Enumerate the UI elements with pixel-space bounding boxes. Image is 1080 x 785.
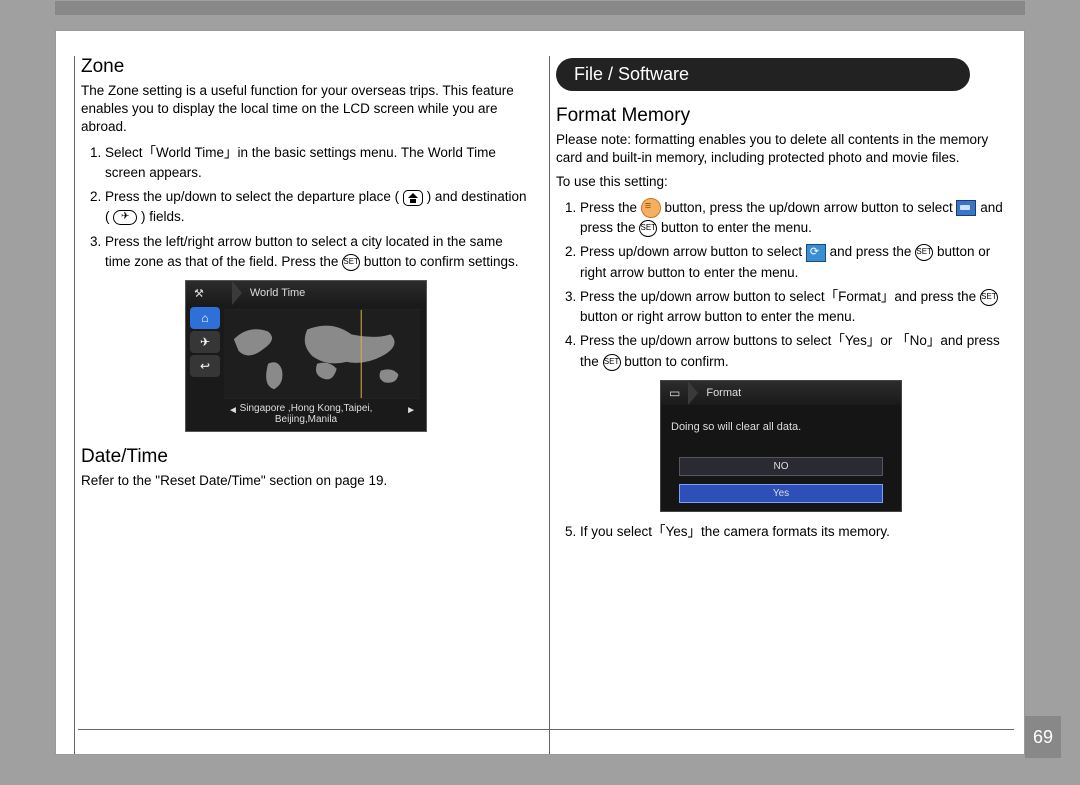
zone-step-1: Select「World Time」in the basic settings … bbox=[105, 143, 531, 184]
card-icon: ▭ bbox=[669, 386, 680, 400]
format-heading: Format Memory bbox=[556, 105, 1006, 127]
world-map bbox=[224, 309, 420, 399]
cities-line-2: Beijing,Manila bbox=[186, 414, 426, 425]
right-column: File / Software Format Memory Please not… bbox=[549, 56, 1006, 754]
toolbox-icon bbox=[956, 200, 976, 216]
lcd-side-tabs: ⌂ ✈ ↩ bbox=[186, 305, 224, 399]
bottom-rule bbox=[78, 729, 1014, 730]
tab-plane[interactable]: ✈ bbox=[190, 331, 220, 353]
lcd-title-label: World Time bbox=[242, 287, 305, 299]
file-software-icon bbox=[806, 244, 826, 262]
right-arrow-icon[interactable]: ► bbox=[406, 405, 416, 416]
format-step-4: Press the up/down arrow buttons to selec… bbox=[580, 331, 1006, 372]
format-steps-cont: If you select「Yes」the camera formats its… bbox=[556, 522, 1006, 542]
section-pill: File / Software bbox=[556, 58, 970, 91]
set-button-icon: SET bbox=[980, 289, 998, 306]
lcd2-message: Doing so will clear all data. bbox=[661, 405, 901, 457]
format-step-1: Press the button, press the up/down arro… bbox=[580, 198, 1006, 239]
left-column: Zone The Zone setting is a useful functi… bbox=[74, 56, 531, 754]
cities-line-1: Singapore ,Hong Kong,Taipei, bbox=[186, 403, 426, 414]
format-step-5: If you select「Yes」the camera formats its… bbox=[580, 522, 1006, 542]
tab-back[interactable]: ↩ bbox=[190, 355, 220, 377]
datetime-text: Refer to the "Reset Date/Time" section o… bbox=[81, 472, 531, 490]
world-time-lcd: ⚒ World Time ⌂ ✈ ↩ bbox=[185, 280, 427, 432]
lcd2-titlebar: ▭ Format bbox=[661, 381, 901, 405]
tab-home[interactable]: ⌂ bbox=[190, 307, 220, 329]
plane-icon: ✈ bbox=[113, 210, 137, 225]
world-map-svg bbox=[224, 309, 420, 399]
datetime-heading: Date/Time bbox=[81, 446, 531, 468]
option-yes[interactable]: Yes bbox=[679, 484, 883, 503]
option-no[interactable]: NO bbox=[679, 457, 883, 476]
left-arrow-icon[interactable]: ◄ bbox=[228, 405, 238, 416]
format-steps: Press the button, press the up/down arro… bbox=[556, 198, 1006, 372]
lcd-body: ⌂ ✈ ↩ bbox=[186, 305, 426, 399]
set-button-icon: SET bbox=[639, 220, 657, 237]
format-intro: Please note: formatting enables you to d… bbox=[556, 131, 1006, 167]
lcd-footer: ◄ Singapore ,Hong Kong,Taipei, Beijing,M… bbox=[186, 399, 426, 431]
wrench-icon: ⚒ bbox=[194, 287, 204, 300]
home-icon bbox=[403, 190, 423, 206]
page-number: 69 bbox=[1025, 716, 1061, 758]
zone-steps: Select「World Time」in the basic settings … bbox=[81, 143, 531, 273]
page-top-border bbox=[55, 1, 1025, 15]
manual-page: Zone The Zone setting is a useful functi… bbox=[55, 30, 1025, 755]
set-button-icon: SET bbox=[603, 354, 621, 371]
format-lcd: ▭ Format Doing so will clear all data. N… bbox=[660, 380, 902, 512]
set-button-icon: SET bbox=[342, 254, 360, 271]
zone-step-3: Press the left/right arrow button to sel… bbox=[105, 232, 531, 273]
lcd2-title-label: Format bbox=[698, 387, 741, 399]
format-step-3: Press the up/down arrow button to select… bbox=[580, 287, 1006, 328]
lcd-titlebar: ⚒ World Time bbox=[186, 281, 426, 305]
zone-heading: Zone bbox=[81, 56, 531, 78]
chevron-right-icon bbox=[232, 281, 242, 305]
format-use: To use this setting: bbox=[556, 173, 1006, 191]
chevron-right-icon bbox=[688, 381, 698, 405]
menu-button-icon bbox=[641, 198, 661, 218]
zone-intro: The Zone setting is a useful function fo… bbox=[81, 82, 531, 137]
format-step-2: Press up/down arrow button to select and… bbox=[580, 242, 1006, 283]
zone-step-2: Press the up/down to select the departur… bbox=[105, 187, 531, 228]
content-columns: Zone The Zone setting is a useful functi… bbox=[56, 31, 1024, 754]
set-button-icon: SET bbox=[915, 244, 933, 261]
